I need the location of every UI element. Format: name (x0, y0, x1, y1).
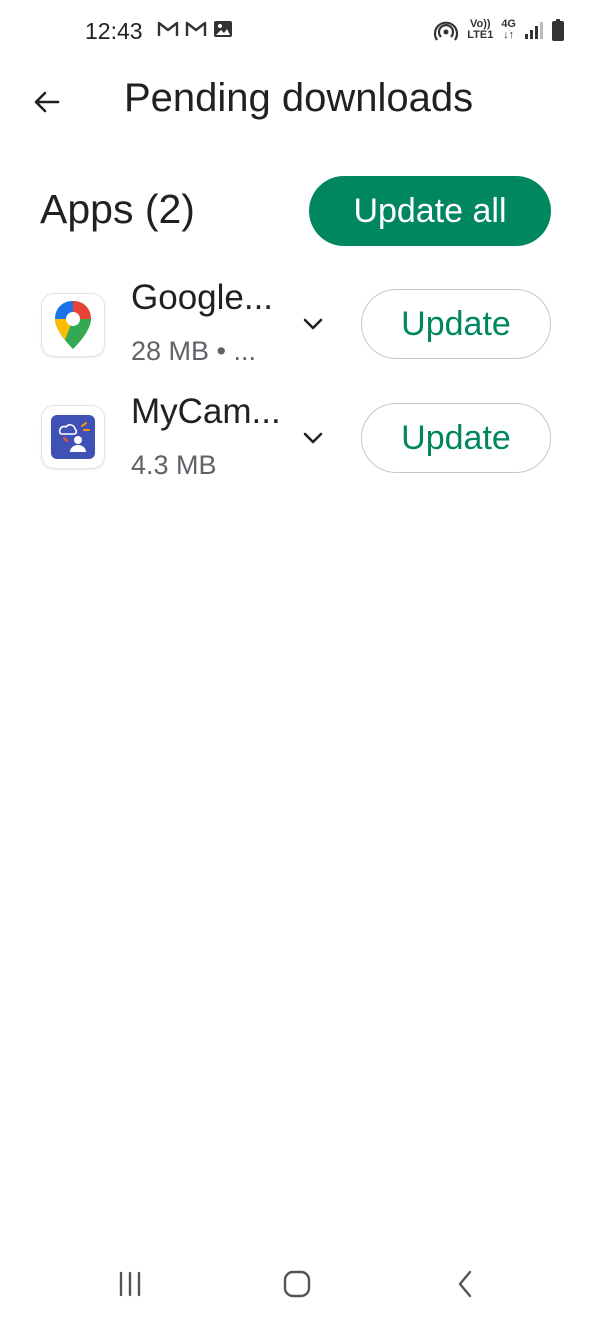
network-type-indicator: 4G ↓↑ (501, 18, 516, 41)
recent-apps-icon (119, 1271, 141, 1297)
recent-apps-button[interactable] (100, 1256, 160, 1312)
navigation-bar (0, 1246, 594, 1324)
battery-icon (552, 19, 564, 41)
page-title: Pending downloads (124, 76, 474, 120)
chevron-down-icon (303, 318, 323, 330)
arrow-back-icon (34, 91, 60, 113)
list-item[interactable]: MyCam... 4.3 MB Update (0, 390, 594, 490)
nav-back-button[interactable] (435, 1256, 495, 1312)
back-icon (458, 1270, 472, 1298)
app-meta: 28 MB • ... (131, 336, 256, 366)
expand-button[interactable] (299, 310, 327, 338)
gmail-icon (157, 21, 179, 36)
chevron-down-icon (303, 432, 323, 444)
app-name: Google... (131, 278, 274, 317)
home-icon (283, 1270, 311, 1298)
status-bar: 12:43 Vo)) LTE1 4G ↓↑ (0, 0, 594, 64)
signal-icon (525, 22, 543, 39)
home-button[interactable] (267, 1256, 327, 1312)
list-item[interactable]: Google... 28 MB • ... Update (0, 276, 594, 376)
update-button[interactable]: Update (361, 289, 551, 359)
gmail-icon (185, 21, 207, 36)
expand-button[interactable] (299, 424, 327, 452)
app-name: MyCam... (131, 392, 281, 431)
back-button[interactable] (24, 80, 68, 124)
status-time: 12:43 (85, 18, 143, 44)
volte-indicator: Vo)) LTE1 (467, 18, 494, 41)
update-button[interactable]: Update (361, 403, 551, 473)
app-meta: 4.3 MB (131, 450, 217, 480)
update-all-button[interactable]: Update all (309, 176, 551, 246)
hotspot-icon (434, 21, 459, 41)
section-title: Apps (2) (40, 186, 195, 232)
mycam-icon (42, 406, 104, 468)
google-maps-icon (42, 294, 104, 356)
image-icon (214, 21, 232, 37)
